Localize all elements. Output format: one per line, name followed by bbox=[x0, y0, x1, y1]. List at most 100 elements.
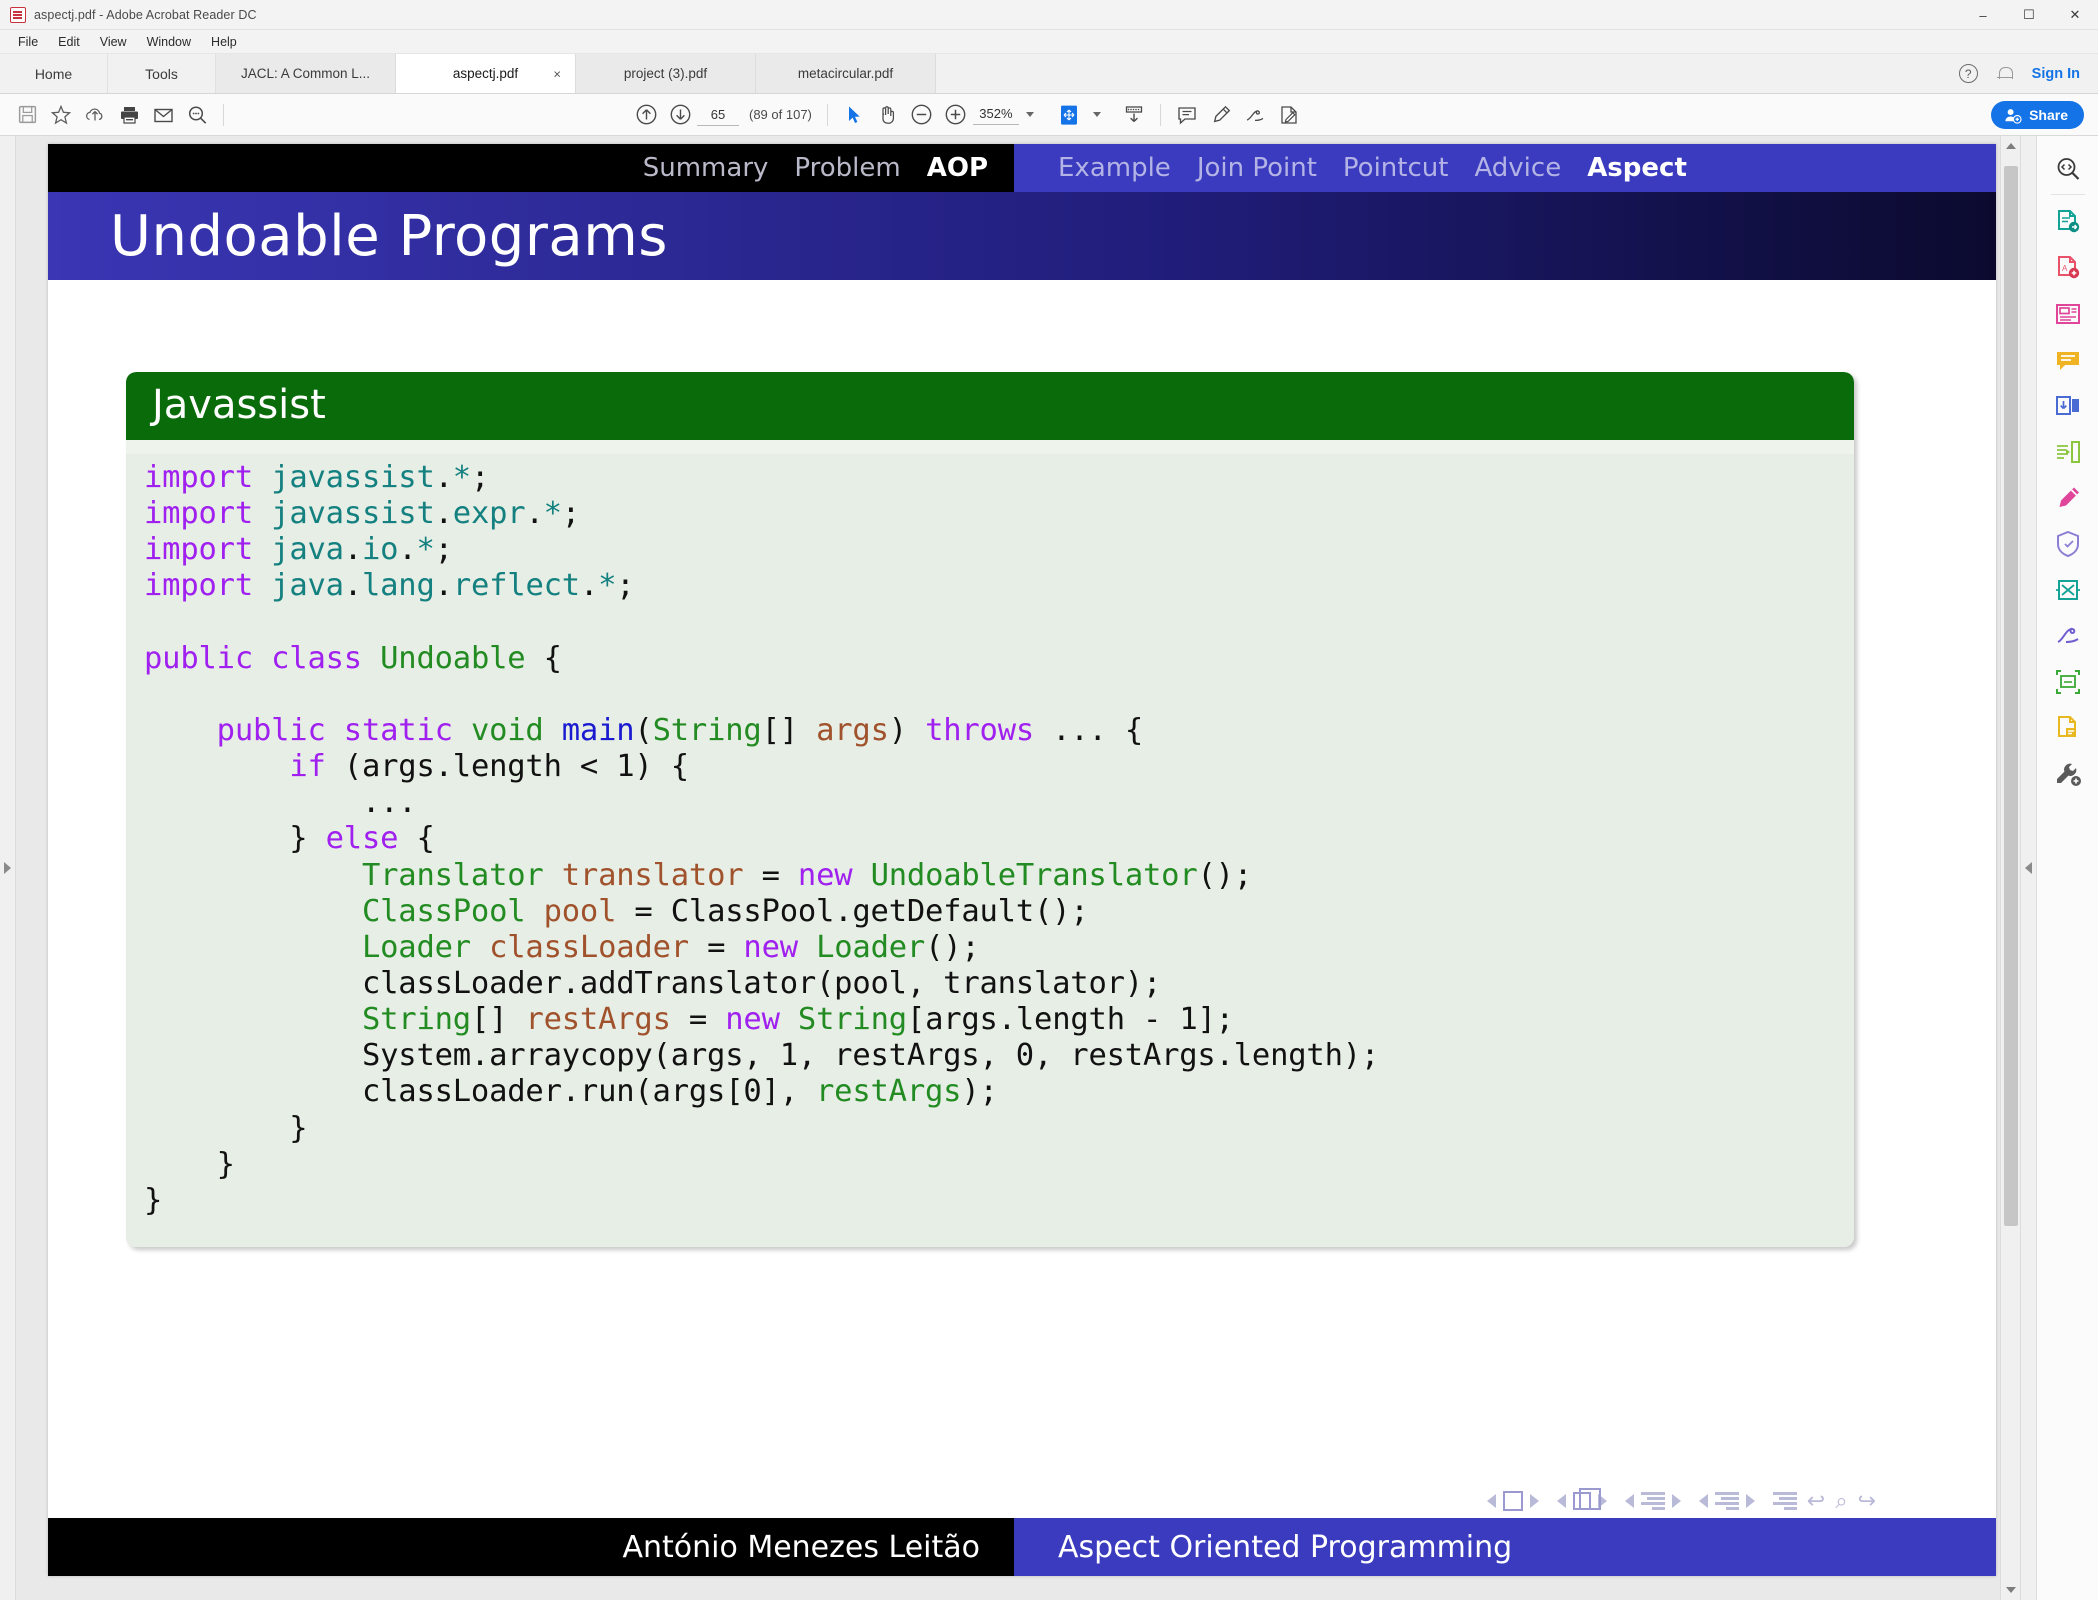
subsection-nav-group[interactable] bbox=[1556, 1488, 1607, 1510]
menu-item-window[interactable]: Window bbox=[137, 33, 201, 51]
vertical-scrollbar[interactable] bbox=[2000, 136, 2020, 1600]
combine-files-icon[interactable] bbox=[2045, 383, 2091, 429]
next-frame-icon[interactable] bbox=[1529, 1494, 1539, 1508]
slide-nav-aop[interactable]: AOP bbox=[927, 153, 988, 183]
chevron-down-icon[interactable] bbox=[1092, 112, 1101, 117]
chevron-down-icon[interactable] bbox=[1025, 112, 1034, 117]
zoom-level-value[interactable]: 352% bbox=[972, 104, 1019, 125]
presentation-icon[interactable] bbox=[1714, 1492, 1739, 1510]
contents-nav-group[interactable] bbox=[1772, 1492, 1797, 1510]
star-icon[interactable] bbox=[44, 100, 78, 130]
back-icon[interactable]: ↩ bbox=[1807, 1488, 1825, 1514]
save-icon[interactable] bbox=[10, 100, 44, 130]
close-button[interactable]: ✕ bbox=[2052, 0, 2098, 30]
scrollbar-thumb[interactable] bbox=[2004, 166, 2018, 1226]
slide-nav-advice[interactable]: Advice bbox=[1474, 153, 1561, 183]
draw-icon[interactable] bbox=[1238, 100, 1272, 130]
create-pdf-icon[interactable]: A bbox=[2045, 245, 2091, 291]
document-tab-project3[interactable]: project (3).pdf bbox=[576, 54, 756, 93]
code-block-body: import javassist.*; import javassist.exp… bbox=[126, 440, 1854, 1247]
help-icon[interactable]: ? bbox=[1958, 64, 1978, 83]
fill-sign-icon[interactable] bbox=[1272, 100, 1306, 130]
right-panel-toggle[interactable] bbox=[2020, 136, 2036, 1600]
section-nav-group[interactable] bbox=[1624, 1492, 1681, 1510]
code-token: . bbox=[343, 568, 362, 604]
frame-nav-group[interactable] bbox=[1486, 1491, 1539, 1511]
forward-icon[interactable]: ↪ bbox=[1858, 1488, 1876, 1514]
previous-frame-icon[interactable] bbox=[1486, 1494, 1496, 1508]
contents-icon[interactable] bbox=[1772, 1492, 1797, 1510]
zoom-in-icon[interactable] bbox=[939, 100, 973, 130]
scroll-down-button[interactable] bbox=[2001, 1580, 2021, 1600]
tab-home[interactable]: Home bbox=[0, 54, 108, 93]
next-presentation-icon[interactable] bbox=[1745, 1494, 1755, 1508]
search-icon[interactable] bbox=[180, 100, 214, 130]
search-icon[interactable]: ⌕ bbox=[1835, 1488, 1847, 1514]
menu-item-edit[interactable]: Edit bbox=[48, 33, 90, 51]
notifications-bell-icon[interactable] bbox=[1996, 65, 2014, 83]
hand-tool-icon[interactable] bbox=[871, 100, 905, 130]
slide-nav-problem[interactable]: Problem bbox=[794, 153, 900, 183]
document-tab-jacl[interactable]: JACL: A Common L... bbox=[216, 54, 396, 93]
code-token: new bbox=[743, 929, 798, 965]
left-panel-toggle[interactable] bbox=[0, 136, 16, 1600]
sign-in-button[interactable]: Sign In bbox=[2032, 66, 2080, 82]
stamp-icon[interactable] bbox=[2045, 705, 2091, 751]
page-number-input[interactable]: 65 bbox=[697, 103, 739, 126]
zoom-out-icon[interactable] bbox=[905, 100, 939, 130]
menu-item-help[interactable]: Help bbox=[201, 33, 247, 51]
subsection-icon[interactable] bbox=[1572, 1488, 1601, 1510]
toolbar-divider bbox=[826, 103, 828, 126]
next-section-icon[interactable] bbox=[1671, 1494, 1681, 1508]
fill-and-sign-icon[interactable] bbox=[2045, 613, 2091, 659]
previous-subsection-icon[interactable] bbox=[1556, 1494, 1566, 1508]
share-button[interactable]: Share bbox=[1991, 101, 2084, 129]
document-viewport[interactable]: Summary Problem AOP Example Join Point P… bbox=[16, 136, 2000, 1600]
code-token: ... { bbox=[1034, 712, 1144, 748]
slide-nav-pointcut[interactable]: Pointcut bbox=[1343, 153, 1449, 183]
previous-section-icon[interactable] bbox=[1624, 1494, 1634, 1508]
document-tab-aspectj[interactable]: aspectj.pdf × bbox=[396, 54, 576, 93]
scroll-mode-icon[interactable] bbox=[1117, 100, 1151, 130]
document-tab-metacircular[interactable]: metacircular.pdf bbox=[756, 54, 936, 93]
edit-pdf-icon[interactable] bbox=[2045, 475, 2091, 521]
fit-page-icon[interactable] bbox=[1052, 100, 1086, 130]
code-block-title: Javassist bbox=[126, 372, 1854, 440]
redact-icon[interactable] bbox=[2045, 567, 2091, 613]
scroll-up-button[interactable] bbox=[2001, 136, 2021, 156]
section-icon[interactable] bbox=[1640, 1492, 1665, 1510]
more-tools-icon[interactable] bbox=[2045, 751, 2091, 797]
minimize-button[interactable]: – bbox=[1960, 0, 2006, 30]
frame-icon[interactable] bbox=[1502, 1491, 1523, 1511]
export-pdf-icon[interactable] bbox=[2045, 199, 2091, 245]
comment-icon[interactable] bbox=[2045, 337, 2091, 383]
select-cursor-icon[interactable] bbox=[837, 100, 871, 130]
menu-item-file[interactable]: File bbox=[8, 33, 48, 51]
page-down-icon[interactable] bbox=[663, 100, 697, 130]
tab-tools[interactable]: Tools bbox=[108, 54, 216, 93]
previous-presentation-icon[interactable] bbox=[1698, 1494, 1708, 1508]
maximize-button[interactable]: ☐ bbox=[2006, 0, 2052, 30]
code-token: import bbox=[144, 568, 253, 604]
highlight-icon[interactable] bbox=[1204, 100, 1238, 130]
presentation-nav-group[interactable] bbox=[1698, 1492, 1755, 1510]
menu-item-view[interactable]: View bbox=[90, 33, 137, 51]
slide-nav-join-point[interactable]: Join Point bbox=[1197, 153, 1317, 183]
print-icon[interactable] bbox=[112, 100, 146, 130]
slide-nav-example[interactable]: Example bbox=[1058, 153, 1171, 183]
slide-nav-aspect[interactable]: Aspect bbox=[1587, 153, 1687, 183]
close-icon[interactable]: × bbox=[553, 66, 561, 81]
email-icon[interactable] bbox=[146, 100, 180, 130]
upload-cloud-icon[interactable] bbox=[78, 100, 112, 130]
organize-pages-icon[interactable] bbox=[2045, 291, 2091, 337]
scan-ocr-icon[interactable] bbox=[2045, 659, 2091, 705]
comment-icon[interactable] bbox=[1170, 100, 1204, 130]
slide-nav-summary[interactable]: Summary bbox=[643, 153, 769, 183]
search-document-icon[interactable] bbox=[2045, 146, 2091, 192]
protect-icon[interactable] bbox=[2045, 521, 2091, 567]
compress-pdf-icon[interactable] bbox=[2045, 429, 2091, 475]
page-up-icon[interactable] bbox=[629, 100, 663, 130]
code-token: import bbox=[144, 460, 253, 495]
